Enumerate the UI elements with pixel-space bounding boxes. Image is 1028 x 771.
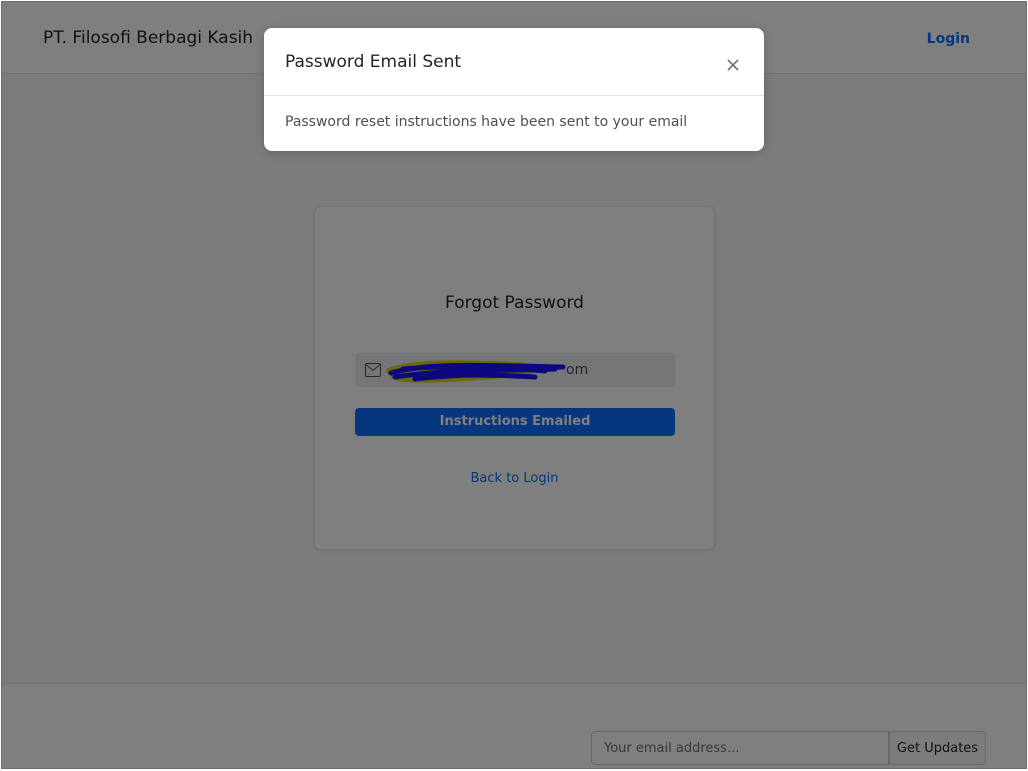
close-button[interactable] [718,46,748,76]
modal-message: Password reset instructions have been se… [285,114,688,130]
close-icon [718,58,748,72]
modal-title: Password Email Sent [285,52,462,72]
modal-header: Password Email Sent [264,28,764,96]
password-email-sent-modal: Password Email Sent Password reset instr… [264,28,764,151]
